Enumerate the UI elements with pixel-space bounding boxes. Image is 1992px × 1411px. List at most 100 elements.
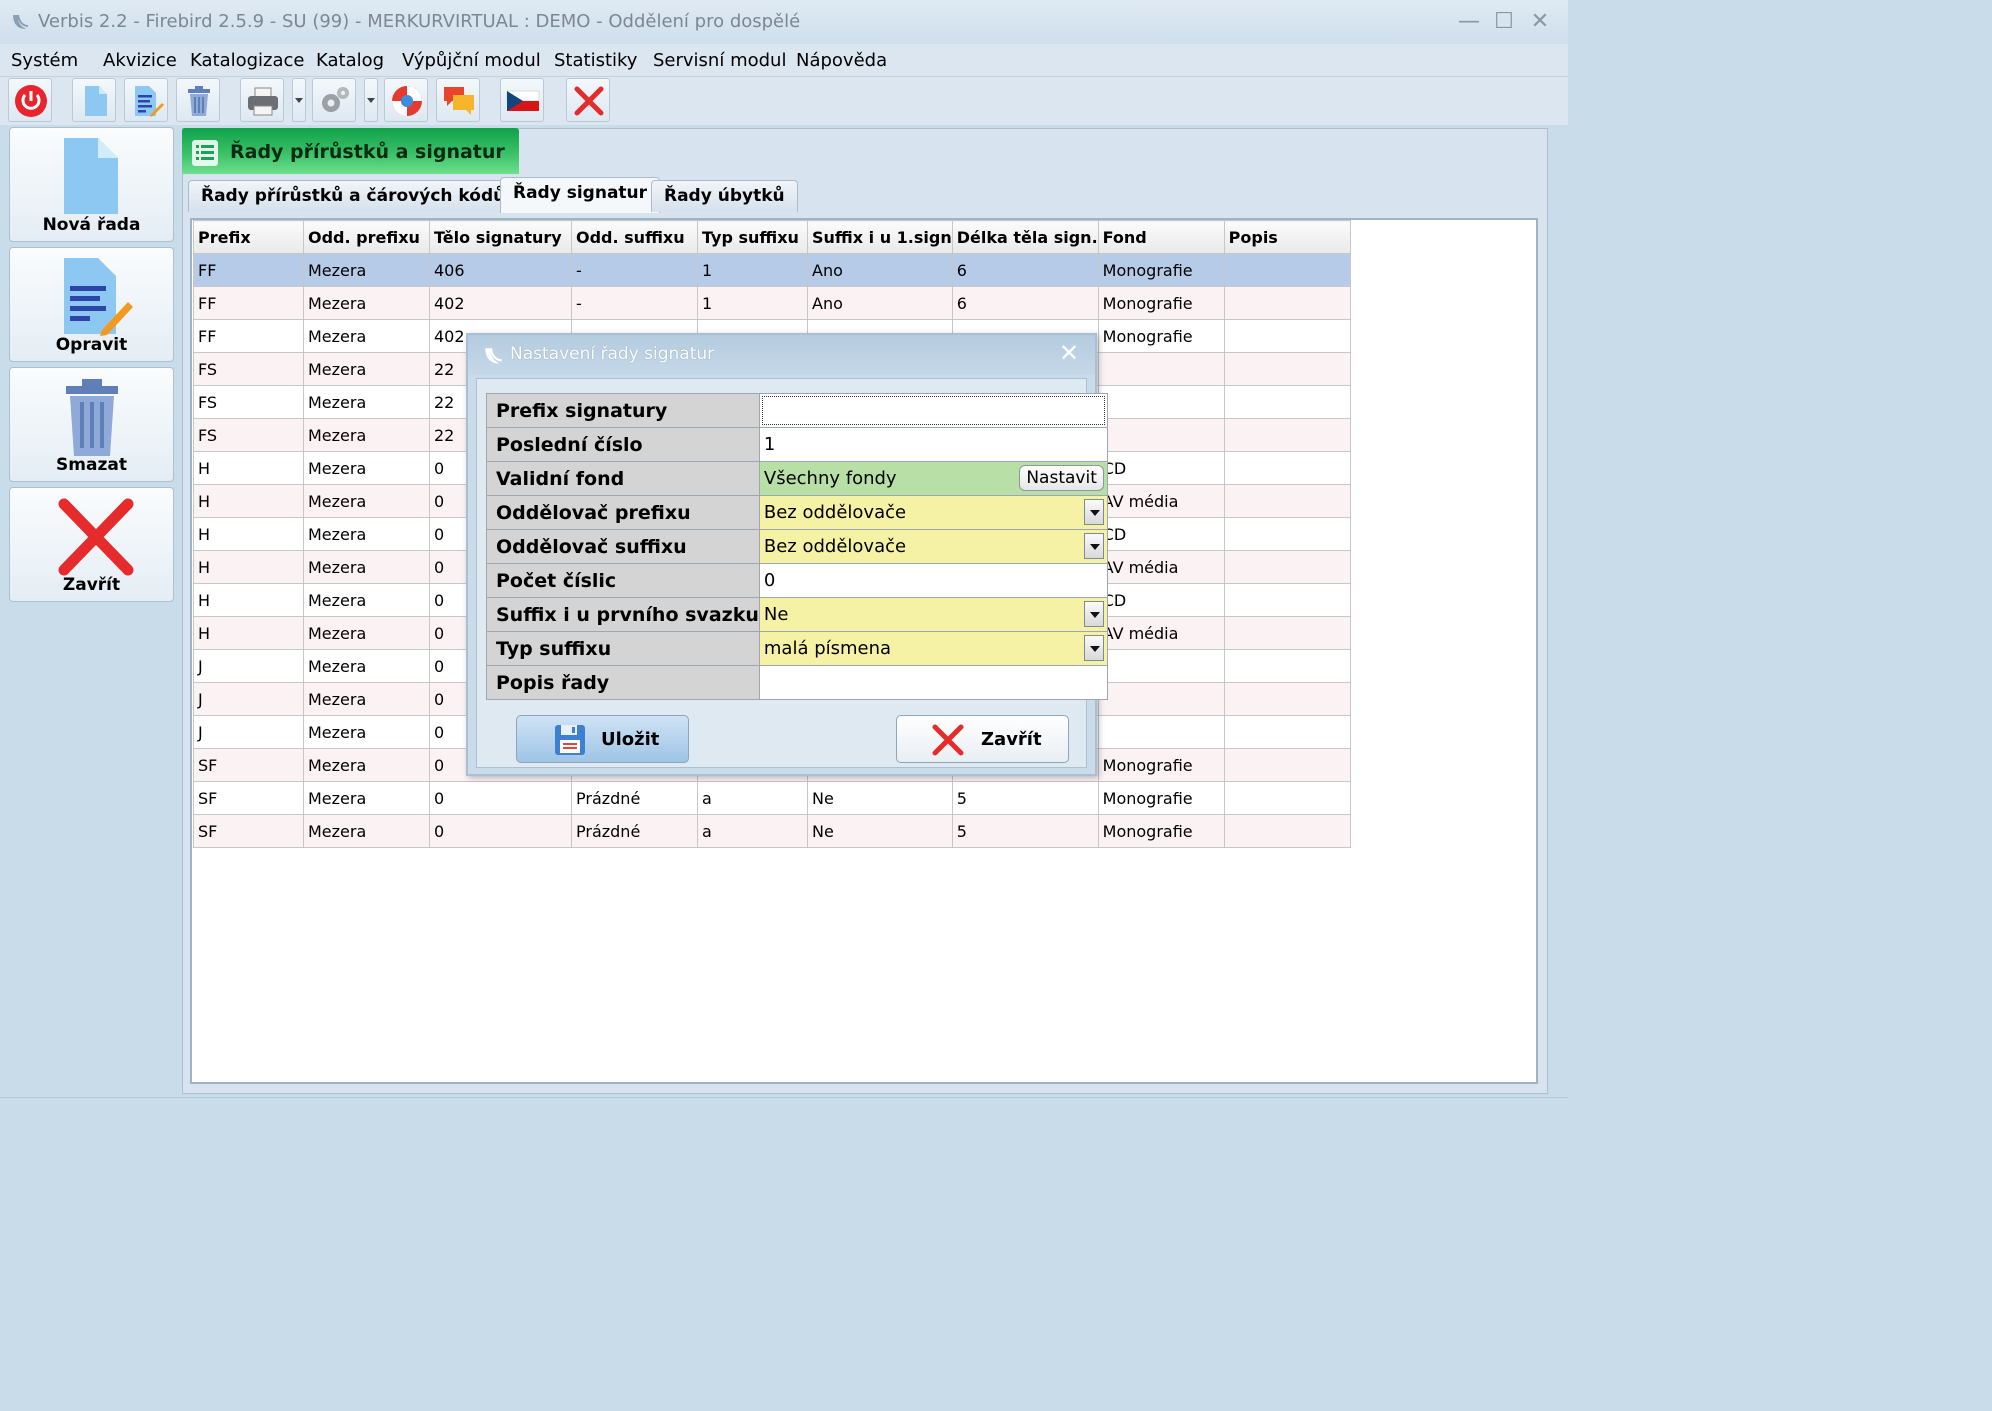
maximize-button[interactable]: ☐ [1490, 8, 1518, 36]
table-cell: AV média [1097, 484, 1225, 518]
table-cell: Monografie [1097, 253, 1225, 287]
chevron-down-icon[interactable] [1083, 635, 1104, 661]
menu-katalog[interactable]: Katalog [316, 50, 384, 71]
panel-title: Řady přírůstků a signatur [230, 141, 505, 163]
table-cell: Monografie [1097, 748, 1225, 782]
table-cell: - [571, 286, 698, 320]
table-cell: Mezera [303, 649, 430, 683]
digit-count-input[interactable]: 0 [758, 563, 1108, 598]
new-series-button[interactable]: Nová řada [9, 127, 174, 242]
table-cell: 0 [429, 781, 572, 815]
table-cell: 5 [951, 781, 1099, 815]
edit-document-toolbar-button[interactable] [124, 78, 168, 122]
suffix-separator-select[interactable]: Bez oddělovače [758, 529, 1108, 564]
delete-toolbar-button[interactable] [176, 78, 220, 122]
suffix-type-select[interactable]: malá písmena [758, 631, 1108, 666]
table-cell: a [697, 781, 808, 815]
table-cell: SF [193, 748, 304, 782]
column-header[interactable]: Délka těla sign. [951, 220, 1099, 254]
dialog-close-icon[interactable]: ✕ [1056, 340, 1082, 366]
set-fund-button[interactable]: Nastavit [1019, 465, 1104, 491]
menu-system[interactable]: Systém [11, 50, 78, 71]
edit-button[interactable]: Opravit [9, 247, 174, 362]
table-cell: Mezera [303, 286, 430, 320]
table-cell: Mezera [303, 616, 430, 650]
prefix-separator-select[interactable]: Bez oddělovače [758, 495, 1108, 530]
save-button[interactable]: Uložit [516, 715, 689, 763]
description-input[interactable] [758, 665, 1108, 700]
suffix-type-label: Typ suffixu [486, 631, 760, 666]
column-header[interactable]: Popis [1223, 220, 1351, 254]
tab-call-number-series[interactable]: Řady signatur [500, 177, 661, 213]
table-cell: CD [1097, 583, 1225, 617]
power-icon [15, 85, 47, 117]
series-form: Prefix signatury Poslední číslo 1 Validn… [486, 393, 1108, 700]
table-cell: Mezera [303, 484, 430, 518]
table-cell: 6 [951, 286, 1099, 320]
prefix-separator-label: Oddělovač prefixu [486, 495, 760, 530]
column-header[interactable]: Odd. prefixu [303, 220, 430, 254]
column-header[interactable]: Tělo signatury [429, 220, 572, 254]
language-toolbar-button[interactable] [500, 78, 544, 122]
table-cell: 1 [697, 253, 808, 287]
panel-header: Řady přírůstků a signatur [182, 128, 519, 174]
window-close-button[interactable]: ✕ [1526, 8, 1554, 36]
table-cell: CD [1097, 517, 1225, 551]
column-header[interactable]: Odd. suffixu [571, 220, 698, 254]
column-header[interactable]: Typ suffixu [697, 220, 808, 254]
table-cell: Mezera [303, 583, 430, 617]
table-row[interactable]: FF Mezera 402-1 Ano 6 Monografie [193, 286, 1351, 320]
power-button[interactable] [8, 78, 52, 122]
menu-akvizice[interactable]: Akvizice [103, 50, 177, 71]
table-cell: AV média [1097, 616, 1225, 650]
save-label: Uložit [601, 729, 660, 750]
table-cell [1223, 748, 1351, 782]
table-cell: FS [193, 418, 304, 452]
chevron-down-icon[interactable] [1083, 533, 1104, 559]
last-number-input[interactable]: 1 [758, 427, 1108, 462]
table-cell: Monografie [1097, 814, 1225, 848]
tab-discard-series[interactable]: Řady úbytků [651, 180, 798, 212]
table-cell: FF [193, 319, 304, 353]
new-document-toolbar-button[interactable] [72, 78, 116, 122]
settings-toolbar-button[interactable] [312, 78, 356, 122]
table-cell: H [193, 550, 304, 584]
menu-statistiky[interactable]: Statistiky [554, 50, 637, 71]
prefix-input[interactable] [758, 393, 1108, 428]
help-toolbar-button[interactable] [384, 78, 428, 122]
chevron-down-icon[interactable] [1083, 499, 1104, 525]
table-cell: FS [193, 385, 304, 419]
column-header[interactable]: Fond [1097, 220, 1225, 254]
table-cell: Monografie [1097, 781, 1225, 815]
tab-accession-series[interactable]: Řady přírůstků a čárových kódů [188, 180, 519, 212]
dialog-close-button[interactable]: Zavřít [896, 715, 1069, 763]
menu-napoveda[interactable]: Nápověda [796, 50, 887, 71]
minimize-button[interactable]: — [1455, 8, 1483, 36]
trash-icon [188, 86, 210, 116]
new-document-icon [85, 86, 107, 116]
table-row[interactable]: FF Mezera 406-1 Ano 6 Monografie [193, 253, 1351, 287]
table-row[interactable]: SF Mezera 0 Prázdné a Ne 5 Monografie [193, 781, 1351, 815]
table-cell: Mezera [303, 682, 430, 716]
chevron-down-icon[interactable] [1083, 601, 1104, 627]
table-row[interactable]: SF Mezera 0 Prázdné a Ne 5 Monografie [193, 814, 1351, 848]
column-header[interactable]: Suffix i u 1.sign [807, 220, 953, 254]
menu-katalogizace[interactable]: Katalogizace [190, 50, 305, 71]
table-cell [1223, 286, 1351, 320]
menu-vypujcni-modul[interactable]: Výpůjční modul [402, 50, 541, 71]
delete-button[interactable]: Smazat [9, 367, 174, 482]
menu-servisni-modul[interactable]: Servisní modul [653, 50, 786, 71]
suffix-separator-value: Bez oddělovače [763, 536, 907, 557]
table-cell [1223, 814, 1351, 848]
suffix-first-select[interactable]: Ne [758, 597, 1108, 632]
close-button[interactable]: Zavřít [9, 487, 174, 602]
column-header[interactable]: Prefix [193, 220, 304, 254]
print-dropdown-arrow[interactable] [292, 78, 306, 122]
table-cell [1097, 352, 1225, 386]
print-toolbar-button[interactable] [240, 78, 284, 122]
messages-toolbar-button[interactable] [436, 78, 480, 122]
close-toolbar-button[interactable] [566, 78, 610, 122]
settings-dropdown-arrow[interactable] [364, 78, 378, 122]
table-cell: Mezera [303, 385, 430, 419]
table-cell [1223, 451, 1351, 485]
